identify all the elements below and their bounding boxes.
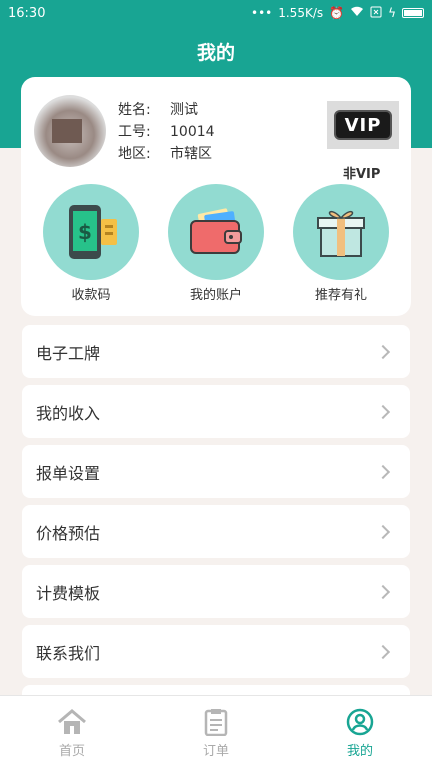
menu-item-label: 价格预估	[36, 523, 101, 543]
my-account-label: 我的账户	[189, 288, 242, 303]
menu-item-contact-us[interactable]: 联系我们	[22, 625, 410, 678]
id-value: 10014	[170, 124, 215, 140]
tab-home[interactable]: 首页	[0, 696, 144, 768]
id-label: 工号:	[118, 124, 151, 140]
vip-badge-label: VIP	[334, 110, 392, 140]
menu-item-label: 我的收入	[36, 403, 101, 423]
clipboard-icon	[204, 709, 228, 736]
user-icon	[346, 708, 374, 736]
payment-code-label: 收款码	[71, 288, 111, 303]
sim-icon	[370, 6, 382, 21]
page-title: 我的	[196, 42, 235, 64]
status-icons: ••• 1.55K/s ⏰ ϟ	[251, 6, 424, 21]
region-value: 市辖区	[170, 146, 212, 162]
menu-item-electronic-badge[interactable]: 电子工牌	[22, 325, 410, 378]
bottom-tab-bar: 首页 订单 我的	[0, 695, 432, 768]
quick-action-referral[interactable]: 推荐有礼	[281, 184, 401, 303]
menu-item-label: 联系我们	[36, 643, 101, 663]
avatar[interactable]	[34, 95, 106, 167]
alarm-icon: ⏰	[329, 6, 345, 20]
chevron-right-icon	[375, 464, 391, 479]
id-row: 工号: 10014	[118, 121, 215, 143]
tab-orders[interactable]: 订单	[144, 696, 288, 768]
wifi-icon	[350, 6, 364, 20]
vip-status: 非VIP	[343, 167, 381, 182]
menu-item-label: 电子工牌	[36, 343, 101, 363]
menu-item-price-estimate[interactable]: 价格预估	[22, 505, 410, 558]
profile-card: 姓名: 测试 工号: 10014 地区: 市辖区 VIP 非VIP $ 收款码	[21, 77, 411, 316]
name-row: 姓名: 测试	[118, 99, 215, 121]
menu-item-my-income[interactable]: 我的收入	[22, 385, 410, 438]
payment-code-icon: $	[43, 184, 139, 280]
tab-label: 我的	[346, 744, 373, 759]
wallet-icon	[168, 184, 264, 280]
region-row: 地区: 市辖区	[118, 143, 215, 165]
tab-mine[interactable]: 我的	[288, 696, 432, 768]
quick-action-my-account[interactable]: 我的账户	[156, 184, 276, 303]
charging-icon: ϟ	[388, 6, 396, 20]
referral-label: 推荐有礼	[314, 288, 367, 303]
battery-icon	[402, 8, 424, 18]
quick-action-payment-code[interactable]: $ 收款码	[31, 184, 151, 303]
home-icon	[58, 709, 86, 734]
tab-label: 首页	[58, 744, 85, 759]
profile-info: 姓名: 测试 工号: 10014 地区: 市辖区	[118, 99, 215, 165]
svg-text:$: $	[78, 220, 92, 244]
chevron-right-icon	[375, 404, 391, 419]
menu-item-label: 报单设置	[36, 463, 101, 483]
tab-label: 订单	[202, 744, 229, 759]
name-value: 测试	[170, 102, 198, 118]
gift-icon	[293, 184, 389, 280]
menu-item-label: 计费模板	[36, 583, 101, 603]
menu-item-billing-template[interactable]: 计费模板	[22, 565, 410, 618]
chevron-right-icon	[375, 524, 391, 539]
menu-item-order-settings[interactable]: 报单设置	[22, 445, 410, 498]
status-bar: 16:30 ••• 1.55K/s ⏰ ϟ	[0, 0, 432, 26]
status-time: 16:30	[8, 5, 46, 21]
chevron-right-icon	[375, 644, 391, 659]
vip-badge[interactable]: VIP	[327, 101, 399, 149]
name-label: 姓名:	[118, 102, 151, 118]
chevron-right-icon	[375, 584, 391, 599]
chevron-right-icon	[375, 344, 391, 359]
region-label: 地区:	[118, 146, 151, 162]
dots-icon: •••	[251, 6, 273, 20]
network-speed: 1.55K/s	[278, 6, 324, 20]
